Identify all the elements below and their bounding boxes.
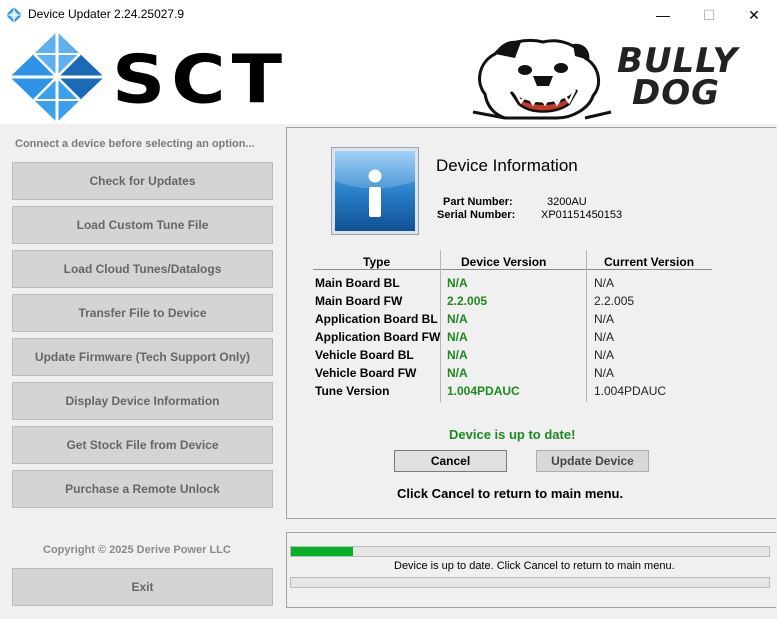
cancel-button[interactable]: Cancel bbox=[394, 450, 507, 472]
table-row-type: Vehicle Board BL bbox=[315, 348, 414, 362]
info-icon bbox=[331, 147, 419, 235]
table-row-device-version: N/A bbox=[447, 312, 468, 326]
minimize-button[interactable]: — bbox=[640, 0, 686, 30]
primary-progress-bar bbox=[290, 546, 770, 557]
left-menu-panel: Connect a device before selecting an opt… bbox=[0, 124, 285, 619]
table-row-type: Tune Version bbox=[315, 384, 390, 398]
table-row-current-version: N/A bbox=[594, 312, 615, 326]
window-title: Device Updater 2.24.25027.9 bbox=[28, 7, 185, 21]
return-instruction: Click Cancel to return to main menu. bbox=[397, 486, 624, 501]
column-header-device-version: Device Version bbox=[461, 255, 547, 269]
close-button[interactable]: ✕ bbox=[731, 0, 777, 30]
table-row-current-version: N/A bbox=[594, 330, 615, 344]
device-info-title: Device Information bbox=[436, 156, 578, 175]
transfer-file-button[interactable]: Transfer File to Device bbox=[12, 294, 273, 332]
table-row-device-version: N/A bbox=[447, 330, 468, 344]
table-row-type: Vehicle Board FW bbox=[315, 366, 417, 380]
table-row-device-version: N/A bbox=[447, 276, 468, 290]
table-row-type: Main Board FW bbox=[315, 294, 403, 308]
primary-progress-fill bbox=[291, 547, 354, 556]
table-row-type: Main Board BL bbox=[315, 276, 400, 290]
load-cloud-tunes-button[interactable]: Load Cloud Tunes/Datalogs bbox=[12, 250, 273, 288]
serial-number-value: XP01151450153 bbox=[541, 209, 623, 221]
update-firmware-button[interactable]: Update Firmware (Tech Support Only) bbox=[12, 338, 273, 376]
app-icon bbox=[6, 7, 22, 23]
brand-header: SCT BULLY DOG bbox=[0, 30, 777, 124]
sct-diamond-logo bbox=[10, 32, 104, 122]
check-for-updates-button[interactable]: Check for Updates bbox=[12, 162, 273, 200]
table-row-device-version: 1.004PDAUC bbox=[447, 384, 520, 398]
table-row-type: Application Board BL bbox=[315, 312, 438, 326]
up-to-date-status: Device is up to date! bbox=[449, 427, 576, 442]
table-header-divider bbox=[313, 269, 712, 270]
secondary-progress-bar bbox=[290, 577, 770, 588]
table-column-divider bbox=[440, 250, 441, 402]
column-header-type: Type bbox=[363, 255, 391, 269]
part-number-value: 3200AU bbox=[547, 196, 587, 208]
table-row-current-version: 2.2.005 bbox=[594, 294, 635, 308]
table-row-device-version: N/A bbox=[447, 348, 468, 362]
update-device-button[interactable]: Update Device bbox=[536, 450, 649, 472]
purchase-remote-unlock-button[interactable]: Purchase a Remote Unlock bbox=[12, 470, 273, 508]
load-custom-tune-button[interactable]: Load Custom Tune File bbox=[12, 206, 273, 244]
title-bar: Device Updater 2.24.25027.9 — ☐ ✕ bbox=[0, 0, 777, 30]
bulldog-mascot-icon bbox=[472, 39, 612, 120]
table-row-type: Application Board FW bbox=[315, 330, 441, 344]
maximize-button[interactable]: ☐ bbox=[686, 0, 732, 30]
table-row-current-version: N/A bbox=[594, 366, 615, 380]
table-row-device-version: 2.2.005 bbox=[447, 294, 488, 308]
column-header-current-version: Current Version bbox=[604, 255, 695, 269]
progress-status-text: Device is up to date. Click Cancel to re… bbox=[394, 560, 675, 572]
bully-dog-wordmark-line2: DOG bbox=[632, 73, 721, 113]
display-device-info-button[interactable]: Display Device Information bbox=[12, 382, 273, 420]
exit-button[interactable]: Exit bbox=[12, 568, 273, 606]
copyright-text: Copyright © 2025 Derive Power LLC bbox=[43, 544, 231, 556]
table-row-current-version: N/A bbox=[594, 348, 615, 362]
part-number-label: Part Number: bbox=[443, 196, 513, 208]
serial-number-label: Serial Number: bbox=[437, 209, 516, 221]
table-column-divider bbox=[586, 250, 587, 402]
connect-device-message: Connect a device before selecting an opt… bbox=[15, 138, 255, 150]
get-stock-file-button[interactable]: Get Stock File from Device bbox=[12, 426, 273, 464]
table-row-current-version: 1.004PDAUC bbox=[594, 384, 667, 398]
table-row-current-version: N/A bbox=[594, 276, 615, 290]
sct-wordmark: SCT bbox=[112, 41, 289, 119]
table-row-device-version: N/A bbox=[447, 366, 468, 380]
